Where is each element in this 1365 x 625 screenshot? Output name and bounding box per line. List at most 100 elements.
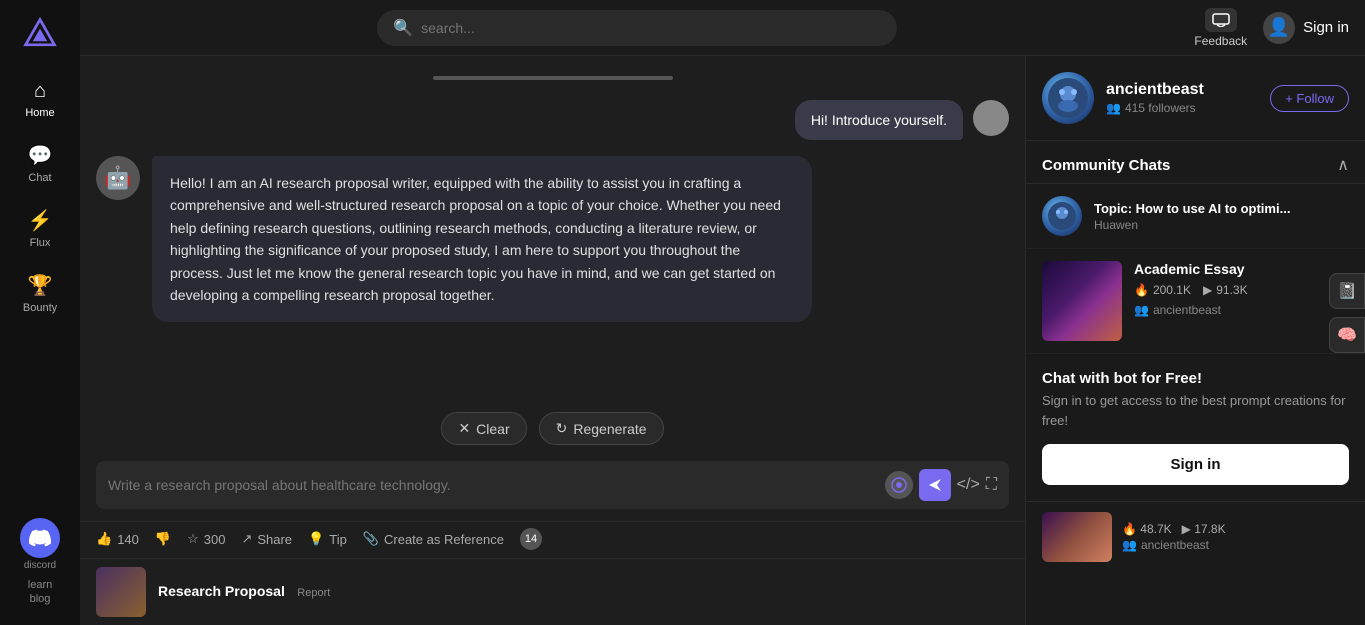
scroll-bar	[433, 76, 673, 80]
input-row: </> ⛶	[96, 461, 1009, 509]
discord-icon	[20, 518, 60, 558]
user-message: Hi! Introduce yourself.	[96, 100, 1009, 140]
chat-bot-title: Chat with bot for Free!	[1042, 370, 1349, 387]
partial-play-icon: ▶	[1182, 522, 1191, 536]
card-thumbnail	[96, 567, 146, 617]
feedback-icon	[1205, 8, 1237, 32]
card-info: Research Proposal Report	[158, 583, 330, 601]
clear-icon: ✕	[458, 420, 470, 437]
user-avatar	[973, 100, 1009, 136]
sign-in-button[interactable]: 👤 Sign in	[1263, 12, 1349, 44]
follow-button[interactable]: + Follow	[1270, 85, 1349, 112]
send-button[interactable]	[919, 469, 951, 501]
play-icon: ▶	[1203, 283, 1212, 297]
input-area: </> ⛶	[80, 453, 1025, 521]
search-input[interactable]	[421, 20, 881, 36]
topic-info: Topic: How to use AI to optimi... Huawen	[1094, 201, 1349, 232]
feedback-label: Feedback	[1194, 34, 1247, 48]
clear-label: Clear	[476, 421, 509, 437]
followers-count: 415 followers	[1125, 101, 1196, 115]
chat-input[interactable]	[108, 477, 877, 493]
clear-button[interactable]: ✕ Clear	[441, 412, 526, 445]
essay-card[interactable]: Academic Essay 🔥 200.1K ▶ 91.3K 👥 ancien…	[1026, 249, 1365, 354]
bot-message-text: Hello! I am an AI research proposal writ…	[170, 175, 781, 303]
followers-icon: 👥	[1106, 101, 1121, 115]
community-chats-header: Community Chats ∧	[1026, 141, 1365, 184]
chat-topic-item[interactable]: Topic: How to use AI to optimi... Huawen	[1026, 184, 1365, 249]
share-label: Share	[257, 532, 292, 547]
search-bar[interactable]: 🔍	[377, 10, 897, 46]
essay-thumbnail	[1042, 261, 1122, 341]
topbar: 🔍 Feedback 👤 Sign in	[80, 0, 1365, 56]
like-count: 140	[117, 532, 139, 547]
sidebar-item-bounty[interactable]: 🏆 Bounty	[6, 265, 74, 322]
dislike-icon: 👎	[155, 531, 171, 547]
like-icon: 👍	[96, 531, 112, 547]
essay-stats: 🔥 200.1K ▶ 91.3K	[1134, 283, 1349, 297]
partial-card: Research Proposal Report	[80, 558, 1025, 625]
card-report-button[interactable]: Report	[297, 587, 330, 599]
reaction-row: 👍 140 👎 ☆ 300 ↗ Share 💡 Tip 📎 Create as …	[80, 521, 1025, 558]
share-icon: ↗	[241, 531, 252, 547]
topic-author: Huawen	[1094, 218, 1349, 232]
chevron-up-icon[interactable]: ∧	[1337, 155, 1349, 175]
chat-bot-description: Sign in to get access to the best prompt…	[1042, 391, 1349, 430]
tip-button[interactable]: 💡 Tip	[308, 531, 347, 547]
sign-in-large-button[interactable]: Sign in	[1042, 444, 1349, 485]
author-followers: 👥 415 followers	[1106, 101, 1258, 115]
topic-title: Topic: How to use AI to optimi...	[1094, 201, 1349, 216]
essay-plays: ▶ 91.3K	[1203, 283, 1248, 297]
sidebar-item-chat[interactable]: 💬 Chat	[6, 135, 74, 192]
main-content: Hi! Introduce yourself. 🤖 Hello! I am an…	[80, 56, 1025, 625]
sign-in-label: Sign in	[1303, 19, 1349, 36]
partial-likes: 🔥 48.7K	[1122, 522, 1172, 536]
create-ref-label: Create as Reference	[384, 532, 504, 547]
blog-link[interactable]: blog	[30, 593, 51, 605]
bounty-icon: 🏆	[28, 273, 53, 298]
card-title: Research Proposal	[158, 583, 285, 599]
like-button[interactable]: 👍 140	[96, 531, 139, 547]
code-view-button[interactable]: </>	[957, 476, 980, 494]
star-icon: ☆	[187, 531, 199, 547]
chat-bot-section: Chat with bot for Free! Sign in to get a…	[1026, 354, 1365, 502]
community-chats-title: Community Chats	[1042, 157, 1170, 174]
regenerate-label: Regenerate	[573, 421, 646, 437]
sidebar-item-label: Home	[25, 107, 54, 119]
search-icon: 🔍	[393, 18, 413, 38]
essay-author-icon: 👥	[1134, 303, 1149, 317]
share-button[interactable]: ↗ Share	[241, 531, 292, 547]
expand-button[interactable]: ⛶	[986, 476, 997, 494]
notebook-button[interactable]: 📓	[1329, 273, 1365, 309]
user-icon: 👤	[1263, 12, 1295, 44]
sidebar: ⌂ Home 💬 Chat ⚡ Flux 🏆 Bounty discord le…	[0, 0, 80, 625]
author-info: ancientbeast 👥 415 followers	[1106, 81, 1258, 115]
app-logo[interactable]	[18, 12, 62, 56]
brain-button[interactable]: 🧠	[1329, 317, 1365, 353]
tip-label: Tip	[329, 532, 347, 547]
sidebar-item-flux[interactable]: ⚡ Flux	[6, 200, 74, 257]
star-button[interactable]: ☆ 300	[187, 531, 225, 547]
ai-model-selector[interactable]	[885, 471, 913, 499]
partial-community-card[interactable]: 🔥 48.7K ▶ 17.8K 👥 ancientbeast	[1026, 502, 1365, 572]
partial-flame-icon: 🔥	[1122, 522, 1137, 536]
sidebar-item-home[interactable]: ⌂ Home	[6, 72, 74, 127]
essay-info: Academic Essay 🔥 200.1K ▶ 91.3K 👥 ancien…	[1134, 261, 1349, 341]
topic-avatar	[1042, 196, 1082, 236]
floating-buttons: 📓 🧠	[1329, 273, 1365, 353]
author-name: ancientbeast	[1106, 81, 1258, 99]
essay-title: Academic Essay	[1134, 261, 1349, 277]
bot-avatar: 🤖	[96, 156, 140, 200]
bot-message-bubble: Hello! I am an AI research proposal writ…	[152, 156, 812, 322]
sidebar-bottom-links: learn blog	[28, 579, 52, 605]
create-reference-button[interactable]: 📎 Create as Reference	[363, 531, 504, 547]
dislike-button[interactable]: 👎	[155, 531, 171, 547]
discord-button[interactable]: discord	[6, 518, 74, 571]
learn-link[interactable]: learn	[28, 579, 52, 591]
tip-icon: 💡	[308, 531, 324, 547]
bot-message: 🤖 Hello! I am an AI research proposal wr…	[96, 156, 1009, 322]
action-row: ✕ Clear ↻ Regenerate	[80, 404, 1025, 453]
partial-author-name: ancientbeast	[1141, 538, 1209, 552]
feedback-button[interactable]: Feedback	[1194, 8, 1247, 48]
partial-community-stats: 🔥 48.7K ▶ 17.8K	[1122, 522, 1226, 536]
regenerate-button[interactable]: ↻ Regenerate	[539, 412, 664, 445]
